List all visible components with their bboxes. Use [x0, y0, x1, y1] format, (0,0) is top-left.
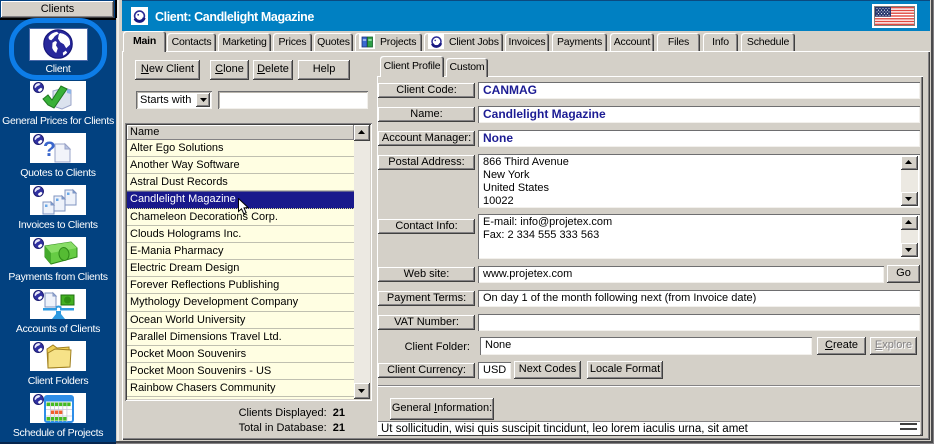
svg-text:?: ?: [43, 138, 56, 161]
